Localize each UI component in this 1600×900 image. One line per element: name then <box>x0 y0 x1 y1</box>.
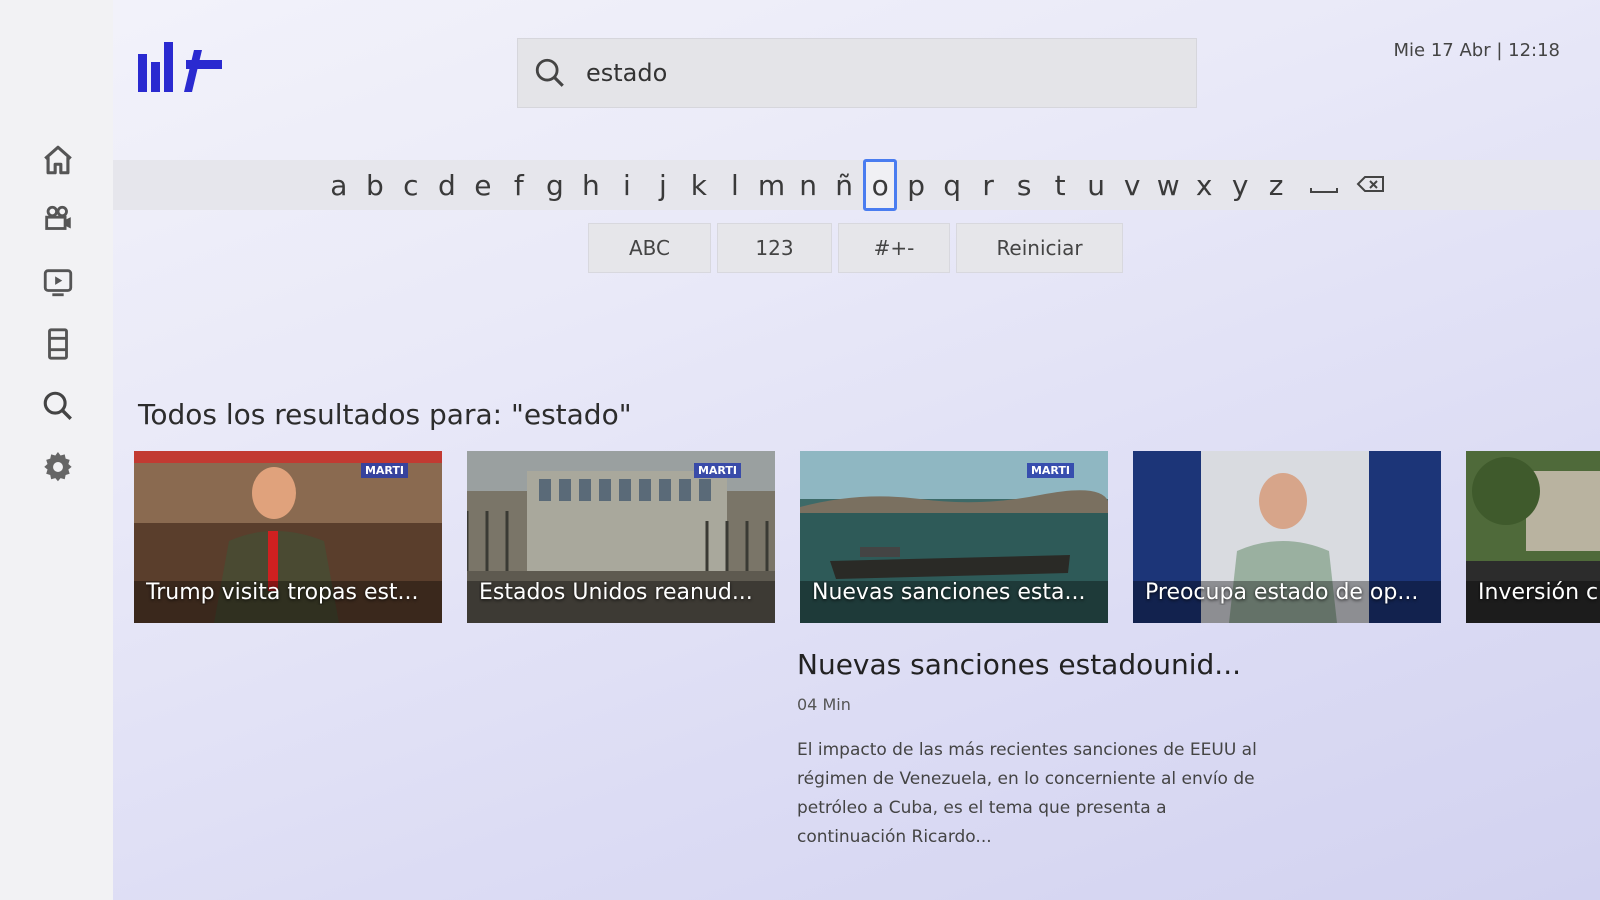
app-logo <box>136 36 228 94</box>
space-key[interactable] <box>1304 159 1344 211</box>
key-x[interactable]: x <box>1187 159 1221 211</box>
mode-abc-button[interactable]: ABC <box>588 223 711 273</box>
key-p[interactable]: p <box>899 159 933 211</box>
film-icon <box>48 328 68 360</box>
result-caption: Estados Unidos reanud... <box>479 580 753 605</box>
key-v[interactable]: v <box>1115 159 1149 211</box>
result-card[interactable]: Preocupa estado de op... <box>1133 451 1441 623</box>
sidebar <box>0 0 113 900</box>
search-icon <box>530 53 570 93</box>
mode-symbols-button[interactable]: #+- <box>838 223 950 273</box>
result-card[interactable]: MARTI Trump visita tropas est... <box>134 451 442 623</box>
key-i[interactable]: i <box>610 159 644 211</box>
key-ñ[interactable]: ñ <box>827 159 861 211</box>
brand-badge: MARTI <box>693 463 741 478</box>
key-d[interactable]: d <box>430 159 464 211</box>
sidebar-item-search[interactable] <box>38 386 78 426</box>
key-r[interactable]: r <box>971 159 1005 211</box>
result-caption: Preocupa estado de op... <box>1145 580 1419 605</box>
m-plus-logo-icon <box>138 42 222 92</box>
key-y[interactable]: y <box>1223 159 1257 211</box>
search-input[interactable] <box>586 59 1146 87</box>
key-s[interactable]: s <box>1007 159 1041 211</box>
selected-result-detail: Nuevas sanciones estadounid... 04 Min El… <box>797 648 1257 852</box>
key-z[interactable]: z <box>1259 159 1293 211</box>
sidebar-item-shows[interactable] <box>38 200 78 240</box>
on-screen-keyboard: abcdefghijklmnñopqrstuvwxyz <box>113 159 1600 211</box>
key-g[interactable]: g <box>538 159 572 211</box>
key-q[interactable]: q <box>935 159 969 211</box>
mode-123-button[interactable]: 123 <box>717 223 832 273</box>
key-b[interactable]: b <box>358 159 392 211</box>
space-icon <box>1310 188 1339 193</box>
result-card[interactable]: MARTI Nuevas sanciones esta... <box>800 451 1108 623</box>
result-card[interactable]: MARTI Estados Unidos reanud... <box>467 451 775 623</box>
backspace-icon <box>1356 176 1385 192</box>
results-carousel: MARTI Trump visita tropas est... MARTI E… <box>134 451 1600 623</box>
key-h[interactable]: h <box>574 159 608 211</box>
search-icon <box>43 391 72 420</box>
key-t[interactable]: t <box>1043 159 1077 211</box>
sidebar-item-settings[interactable] <box>38 447 78 487</box>
sidebar-item-live[interactable] <box>38 262 78 302</box>
key-a[interactable]: a <box>322 159 356 211</box>
key-w[interactable]: w <box>1151 159 1185 211</box>
brand-badge: MARTI <box>1026 463 1074 478</box>
backspace-key[interactable] <box>1351 159 1391 211</box>
result-caption: Inversión c <box>1478 580 1599 605</box>
detail-title: Nuevas sanciones estadounid... <box>797 648 1241 681</box>
result-caption: Trump visita tropas est... <box>146 580 419 605</box>
result-card[interactable]: Inversión c <box>1466 451 1600 623</box>
detail-duration: 04 Min <box>797 695 851 714</box>
key-n[interactable]: n <box>791 159 825 211</box>
key-o[interactable]: o <box>863 159 898 211</box>
reset-button[interactable]: Reiniciar <box>956 223 1123 273</box>
detail-description: El impacto de las más recientes sancione… <box>797 740 1257 847</box>
key-l[interactable]: l <box>718 159 752 211</box>
result-caption: Nuevas sanciones esta... <box>812 580 1086 605</box>
key-k[interactable]: k <box>682 159 716 211</box>
search-box[interactable] <box>517 38 1197 108</box>
key-u[interactable]: u <box>1079 159 1113 211</box>
gear-icon <box>44 451 72 482</box>
sidebar-item-home[interactable] <box>38 140 78 180</box>
home-icon <box>44 145 72 175</box>
sidebar-item-movies[interactable] <box>38 324 78 364</box>
key-e[interactable]: e <box>466 159 500 211</box>
results-title: Todos los resultados para: "estado" <box>138 398 632 431</box>
key-c[interactable]: c <box>394 159 428 211</box>
key-f[interactable]: f <box>502 159 536 211</box>
video-camera-icon <box>45 205 71 230</box>
key-j[interactable]: j <box>646 159 680 211</box>
tv-icon <box>43 269 73 297</box>
datetime: Mie 17 Abr | 12:18 <box>1393 40 1560 61</box>
key-m[interactable]: m <box>754 159 789 211</box>
brand-badge: MARTI <box>360 463 408 478</box>
keyboard-mode-row: ABC 123 #+- Reiniciar <box>588 223 1123 273</box>
